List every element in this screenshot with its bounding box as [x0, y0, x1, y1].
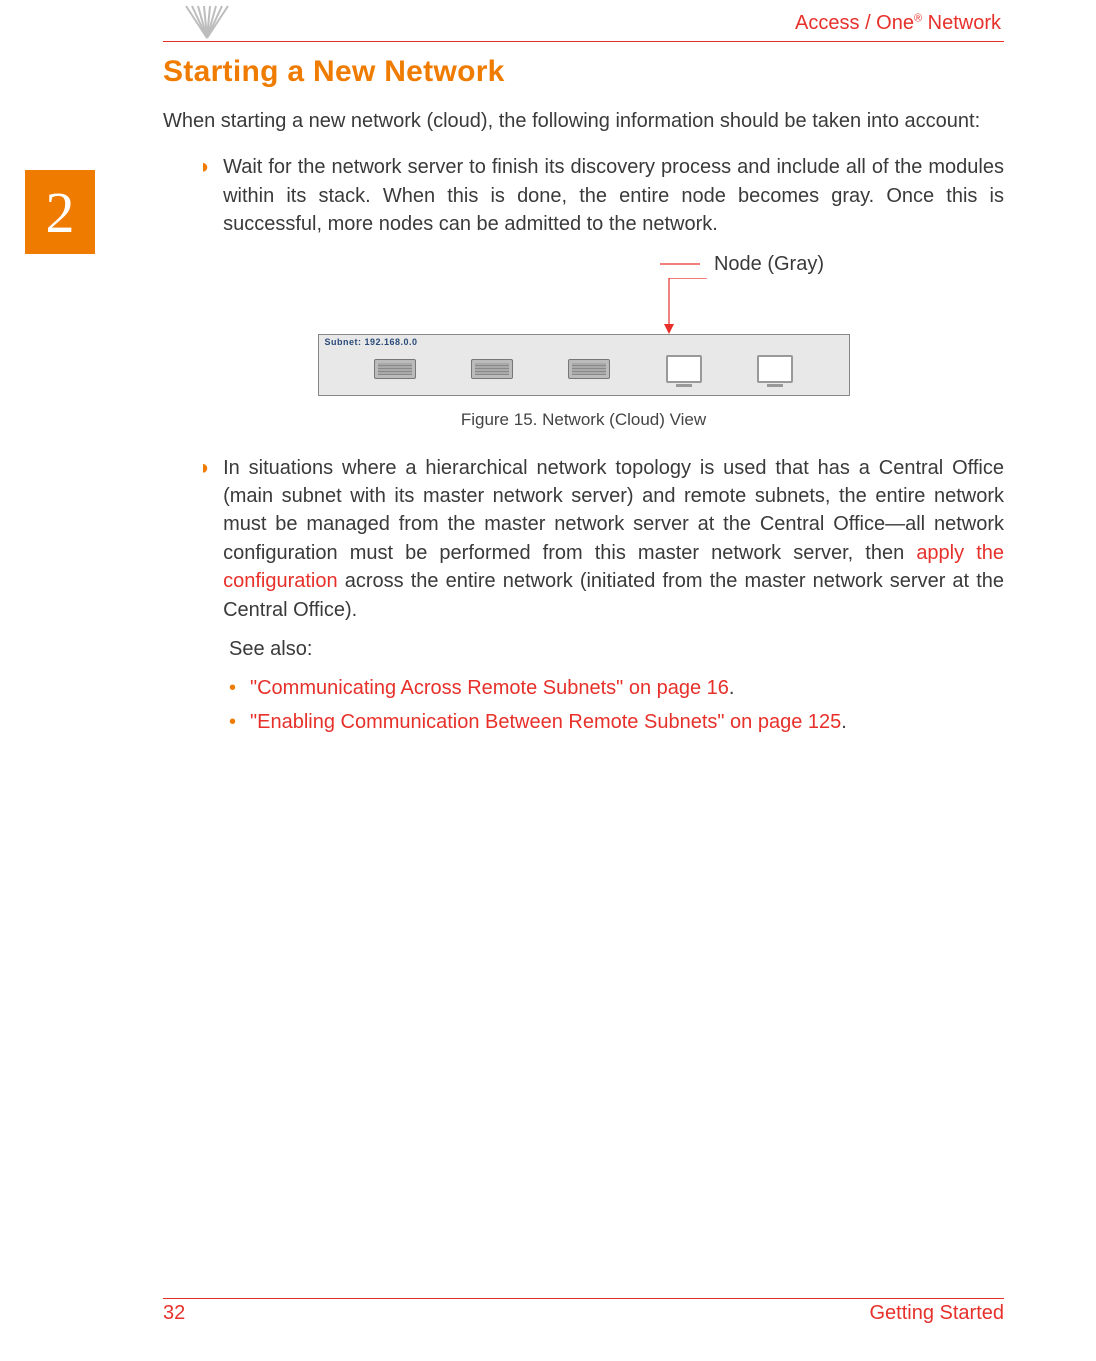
- header-rule: [163, 41, 1004, 42]
- b2-pre: In situations where a hierarchical netwo…: [223, 457, 1004, 564]
- node-device-icon: [568, 359, 610, 379]
- bullet-text-1: Wait for the network server to finish it…: [223, 153, 1004, 238]
- header-brand: Access / One® Network: [795, 12, 1001, 35]
- callout-arrow-wrap: [163, 278, 1004, 334]
- callout-arrow-icon: [319, 278, 849, 334]
- see-also-label: See also:: [229, 638, 1004, 661]
- callout-label: Node (Gray): [714, 253, 824, 276]
- subnet-label: Subnet: 192.168.0.0: [325, 337, 418, 347]
- sub-bullet-list: • "Communicating Across Remote Subnets" …: [229, 671, 1004, 739]
- callout-horizontal-line: [660, 261, 700, 267]
- node-monitor-icon: [757, 355, 793, 383]
- dot1: .: [729, 677, 735, 699]
- bullet-item-2: ◗ In situations where a hierarchical net…: [199, 454, 1004, 624]
- chapter-number: 2: [46, 179, 75, 246]
- node-device-icon: [471, 359, 513, 379]
- figure-wrap: Node (Gray) Subnet: 192.168.0.0: [163, 253, 1004, 430]
- sub-bullet-icon: •: [229, 671, 236, 705]
- bullet-marker-icon: ◗: [199, 454, 211, 624]
- chapter-tab: 2: [25, 170, 95, 254]
- intro-paragraph: When starting a new network (cloud), the…: [163, 107, 1004, 135]
- footer-section-name: Getting Started: [869, 1302, 1004, 1325]
- brand-prefix: Access / One: [795, 12, 914, 34]
- brand-reg: ®: [914, 12, 922, 24]
- bullet-text-2: In situations where a hierarchical netwo…: [223, 454, 1004, 624]
- node-monitor-icon: [666, 355, 702, 383]
- node-device-icon: [374, 359, 416, 379]
- diagram-icons: [319, 355, 849, 383]
- sub-item-2: • "Enabling Communication Between Remote…: [229, 705, 1004, 739]
- content-area: Starting a New Network When starting a n…: [163, 55, 1004, 739]
- network-diagram: Subnet: 192.168.0.0: [318, 334, 850, 396]
- logo-icon: [180, 4, 234, 45]
- footer-rule: [163, 1298, 1004, 1299]
- link-enable-comm-subnets[interactable]: "Enabling Communication Between Remote S…: [250, 711, 841, 733]
- sub-text-2: "Enabling Communication Between Remote S…: [250, 705, 847, 739]
- section-title: Starting a New Network: [163, 55, 1004, 89]
- dot2: .: [841, 711, 847, 733]
- b2-post: across the entire network (initiated fro…: [223, 570, 1004, 620]
- sub-item-1: • "Communicating Across Remote Subnets" …: [229, 671, 1004, 705]
- page: Access / One® Network 2 Starting a New N…: [0, 0, 1096, 1361]
- brand-suffix: Network: [922, 12, 1001, 34]
- sub-text-1: "Communicating Across Remote Subnets" on…: [250, 671, 734, 705]
- page-number: 32: [163, 1302, 185, 1325]
- link-comm-remote-subnets[interactable]: "Communicating Across Remote Subnets" on…: [250, 677, 729, 699]
- bullet-item-1: ◗ Wait for the network server to finish …: [199, 153, 1004, 238]
- callout-row: Node (Gray): [163, 253, 1004, 276]
- figure-caption: Figure 15. Network (Cloud) View: [163, 410, 1004, 430]
- bullet-marker-icon: ◗: [199, 153, 211, 238]
- sub-bullet-icon: •: [229, 705, 236, 739]
